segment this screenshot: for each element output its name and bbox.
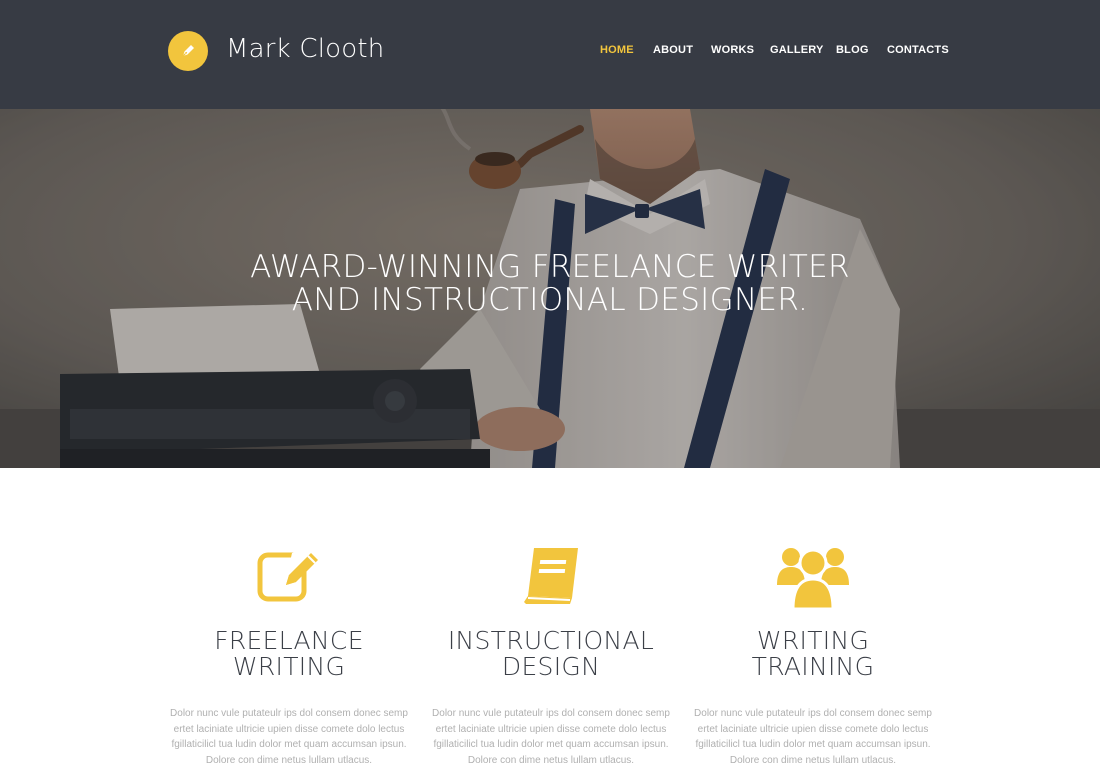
hero-title: AWARD-WINNING FREELANCE WRITER AND INSTR… xyxy=(0,251,1100,317)
nav-item-home[interactable]: HOME xyxy=(600,44,634,56)
service-description: Dolor nunc vule putateulr ips dol consem… xyxy=(432,708,670,766)
service-title-line-2: WRITING xyxy=(232,652,346,681)
service-title-line-1: FREELANCE xyxy=(214,626,364,655)
users-group-icon xyxy=(777,548,849,609)
site-header: Mark Clooth HOME ABOUT WORKS GALLERY BLO… xyxy=(0,0,1100,109)
nav-item-gallery[interactable]: GALLERY xyxy=(770,44,824,56)
service-instructional-design: INSTRUCTIONAL DESIGN Dolor nunc vule put… xyxy=(421,540,681,768)
book-icon xyxy=(524,548,578,604)
service-title-line-2: DESIGN xyxy=(501,652,601,681)
service-freelance-writing: FREELANCE WRITING Dolor nunc vule putate… xyxy=(159,540,419,768)
service-title-line-1: WRITING xyxy=(756,626,870,655)
service-title: INSTRUCTIONAL DESIGN xyxy=(421,628,681,680)
nav-item-about[interactable]: ABOUT xyxy=(653,44,693,56)
service-title-line-2: TRAINING xyxy=(751,652,875,681)
nav-item-blog[interactable]: BLOG xyxy=(836,44,869,56)
hero-title-line-1: AWARD-WINNING FREELANCE WRITER xyxy=(250,249,850,285)
service-description: Dolor nunc vule putateulr ips dol consem… xyxy=(694,708,932,766)
service-title: WRITING TRAINING xyxy=(683,628,943,680)
hero-banner: AWARD-WINNING FREELANCE WRITER AND INSTR… xyxy=(0,109,1100,468)
service-description: Dolor nunc vule putateulr ips dol consem… xyxy=(170,708,408,766)
service-title-line-1: INSTRUCTIONAL xyxy=(447,626,655,655)
main-nav: HOME ABOUT WORKS GALLERY BLOG CONTACTS xyxy=(0,44,1100,60)
nav-item-contacts[interactable]: CONTACTS xyxy=(887,44,949,56)
service-title: FREELANCE WRITING xyxy=(159,628,419,680)
hero-title-line-2: AND INSTRUCTIONAL DESIGNER. xyxy=(291,282,809,318)
nav-item-works[interactable]: WORKS xyxy=(711,44,754,56)
service-writing-training: WRITING TRAINING Dolor nunc vule putateu… xyxy=(683,540,943,768)
edit-icon xyxy=(257,547,318,602)
